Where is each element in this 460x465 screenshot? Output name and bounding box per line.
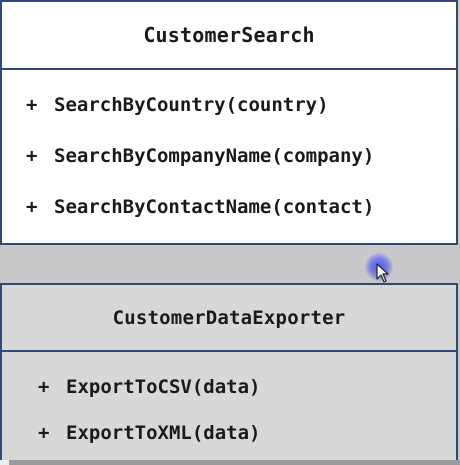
method-item: + ExportToXML(data) bbox=[2, 422, 456, 465]
visibility-marker: + bbox=[38, 422, 50, 444]
method-item: + SearchByCompanyName(company) bbox=[2, 145, 456, 196]
visibility-marker: + bbox=[26, 145, 38, 167]
customer-search-class-box: CustomerSearch + SearchByCountry(country)… bbox=[0, 0, 458, 245]
video-progress-fill bbox=[0, 460, 10, 465]
method-item: + ExportToCSV(data) bbox=[2, 376, 456, 422]
method-item: + SearchByContactName(contact) bbox=[2, 196, 456, 247]
method-item: + SearchByCountry(country) bbox=[2, 94, 456, 145]
video-progress-bar[interactable] bbox=[0, 460, 460, 465]
class-name: CustomerDataExporter bbox=[2, 285, 456, 352]
cursor-arrow-icon bbox=[376, 263, 389, 283]
method-signature: SearchByCompanyName(company) bbox=[54, 145, 375, 167]
visibility-marker: + bbox=[26, 196, 38, 218]
method-list: + SearchByCountry(country) + SearchByCompa… bbox=[2, 70, 456, 247]
method-signature: ExportToCSV(data) bbox=[66, 376, 261, 398]
method-signature: ExportToXML(data) bbox=[66, 422, 261, 444]
class-name: CustomerSearch bbox=[2, 2, 456, 70]
method-signature: SearchByContactName(contact) bbox=[54, 196, 375, 218]
visibility-marker: + bbox=[38, 376, 50, 398]
diagram-canvas: CustomerSearch + SearchByCountry(country)… bbox=[0, 0, 460, 465]
visibility-marker: + bbox=[26, 94, 38, 116]
method-list: + ExportToCSV(data) + ExportToXML(data) bbox=[2, 352, 456, 465]
customer-data-exporter-class-box: CustomerDataExporter + ExportToCSV(data) … bbox=[0, 283, 458, 465]
method-signature: SearchByCountry(country) bbox=[54, 94, 329, 116]
